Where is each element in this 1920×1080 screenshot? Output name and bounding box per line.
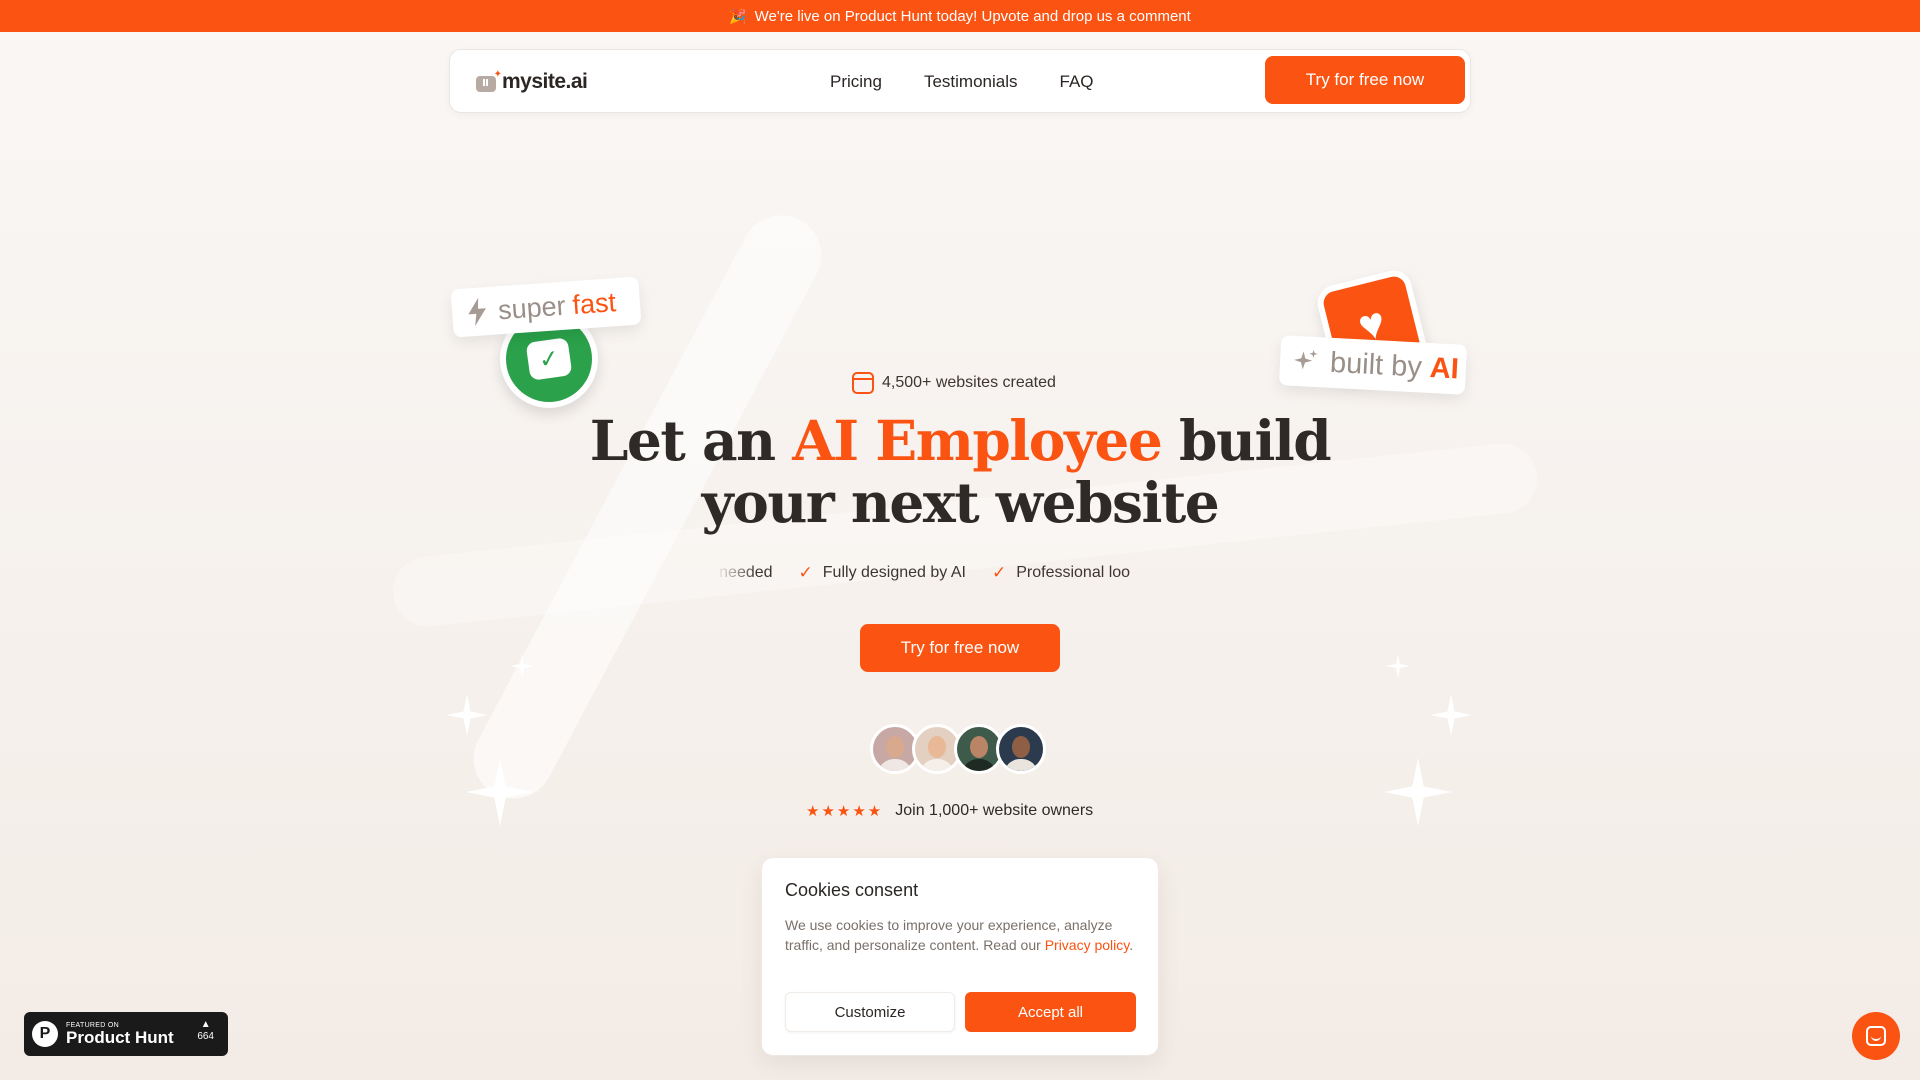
social-proof-text: Join 1,000+ website owners bbox=[895, 802, 1094, 819]
ph-name: Product Hunt bbox=[66, 1027, 174, 1047]
sparkle-icon bbox=[1294, 349, 1318, 370]
accept-all-button[interactable]: Accept all bbox=[965, 992, 1136, 1032]
privacy-policy-link[interactable]: Privacy policy bbox=[1045, 937, 1130, 953]
feature-item: ✓ Professional loo bbox=[992, 563, 1130, 583]
sparkle-decoration-icon bbox=[1430, 694, 1472, 736]
feature-label: ence needed bbox=[716, 564, 773, 581]
cookie-body: We use cookies to improve your experienc… bbox=[785, 915, 1135, 955]
badge-fast-word1: super bbox=[497, 290, 567, 325]
sparkle-decoration-icon bbox=[510, 654, 534, 678]
sparkle-decoration-icon bbox=[1386, 654, 1410, 678]
product-hunt-badge[interactable]: P FEATURED ON Product Hunt ▲ 664 bbox=[24, 1012, 228, 1056]
nav-links: Pricing Testimonials FAQ bbox=[830, 50, 1094, 114]
star-icon: ★★★★★ bbox=[806, 803, 884, 820]
badge-ai-word1: built by bbox=[1329, 346, 1423, 384]
announcement-text: We're live on Product Hunt today! Upvote… bbox=[754, 7, 1191, 25]
chat-launcher-button[interactable] bbox=[1852, 1012, 1900, 1060]
cookie-body-end: . bbox=[1129, 937, 1134, 953]
nav-cta-button[interactable]: Try for free now bbox=[1265, 56, 1465, 104]
check-icon: ✓ bbox=[991, 563, 1007, 582]
built-by-ai-badge: built by AI bbox=[1278, 335, 1468, 395]
logo[interactable]: ✦ mysite.ai bbox=[476, 69, 588, 94]
stat-text: 4,500+ websites created bbox=[882, 374, 1056, 391]
avatar bbox=[996, 724, 1046, 774]
hero-headline: Let an AI Employee build your next websi… bbox=[560, 410, 1360, 534]
product-hunt-icon: P bbox=[32, 1021, 58, 1047]
ph-votes: ▲ 664 bbox=[197, 1019, 214, 1042]
headline-part1: Let an bbox=[589, 408, 793, 473]
upvote-icon: ▲ bbox=[200, 1019, 211, 1030]
chat-icon bbox=[1866, 1026, 1886, 1046]
feature-ticker: ence needed ✓ Fully designed by AI ✓ Pro… bbox=[716, 560, 1204, 586]
badge-fast-word2: fast bbox=[571, 286, 617, 320]
feature-item: ✓ Fully designed by AI bbox=[799, 563, 966, 583]
sparkle-decoration-icon bbox=[446, 694, 488, 736]
feature-item: ence needed bbox=[716, 564, 773, 582]
super-fast-badge: super fast bbox=[450, 276, 642, 338]
sparkle-decoration-icon bbox=[1384, 758, 1452, 826]
hero-cta-button[interactable]: Try for free now bbox=[860, 624, 1060, 672]
logo-text: mysite.ai bbox=[502, 70, 588, 93]
avatar-group bbox=[870, 724, 1046, 774]
badge-ai-word2: AI bbox=[1429, 351, 1460, 385]
websites-created-stat: 4,500+ websites created bbox=[852, 372, 1056, 394]
party-icon: 🎉 bbox=[729, 7, 747, 24]
nav-link-faq[interactable]: FAQ bbox=[1060, 72, 1094, 92]
check-icon: ✓ bbox=[525, 337, 573, 381]
sparkle-decoration-icon bbox=[466, 758, 534, 826]
calendar-icon bbox=[852, 372, 874, 394]
navbar: ✦ mysite.ai Pricing Testimonials FAQ Try… bbox=[449, 49, 1471, 113]
logo-icon: ✦ bbox=[476, 69, 502, 92]
customize-button[interactable]: Customize bbox=[785, 992, 955, 1032]
headline-accent: AI Employee bbox=[792, 408, 1163, 473]
cookie-title: Cookies consent bbox=[785, 880, 919, 900]
nav-link-pricing[interactable]: Pricing bbox=[830, 72, 882, 92]
cookie-consent-dialog: Cookies consent We use cookies to improv… bbox=[761, 857, 1159, 1056]
lightning-icon bbox=[468, 297, 486, 326]
ph-vote-count: 664 bbox=[197, 1031, 214, 1042]
feature-label: Professional loo bbox=[1016, 564, 1131, 581]
check-icon: ✓ bbox=[798, 563, 813, 582]
rating-row: ★★★★★ Join 1,000+ website owners bbox=[806, 802, 1093, 820]
nav-link-testimonials[interactable]: Testimonials bbox=[924, 72, 1018, 92]
feature-label: Fully designed by AI bbox=[822, 564, 966, 581]
announcement-bar[interactable]: 🎉 We're live on Product Hunt today! Upvo… bbox=[0, 0, 1920, 32]
